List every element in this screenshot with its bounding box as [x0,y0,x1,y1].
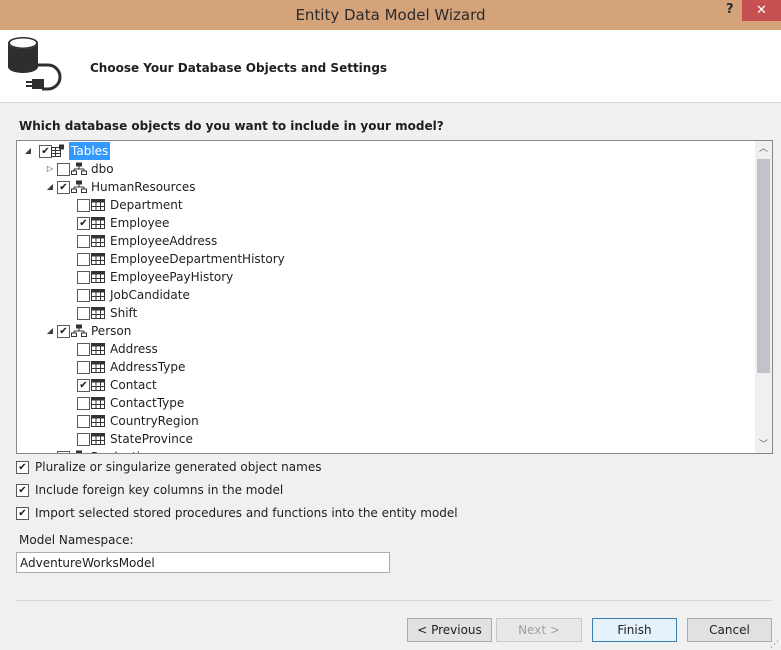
tree-item-label: EmployeeDepartmentHistory [110,252,285,266]
cancel-button[interactable]: Cancel [687,618,772,642]
tree-item-checkbox[interactable] [77,307,90,320]
tree-item-checkbox[interactable] [57,163,70,176]
schema-icon [71,450,87,453]
tree-scrollbar[interactable]: ︿ ﹀ [755,141,772,453]
tree-item-label: ContactType [110,396,185,410]
scroll-down-arrow-icon[interactable]: ﹀ [755,437,772,453]
tree-item-person[interactable]: ◢ ✔ Person [17,322,753,340]
tree-item-department[interactable]: Department [17,196,753,214]
tree-item-label: Department [110,198,183,212]
tree-item-humanresources[interactable]: ◢ ✔ HumanResources [17,178,753,196]
tree-item-address[interactable]: Address [17,340,753,358]
page-heading: Choose Your Database Objects and Setting… [90,61,388,75]
tree-item-label: EmployeePayHistory [110,270,234,284]
collapse-arrow-icon[interactable]: ◢ [23,142,33,160]
tree-item-checkbox[interactable]: ✔ [57,181,70,194]
tree-item-label: Address [110,342,158,356]
tree-item-label: HumanResources [91,180,196,194]
tree-item-employeedepartmenthistory[interactable]: EmployeeDepartmentHistory [17,250,753,268]
tree-item-label: JobCandidate [110,288,190,302]
tree-item-checkbox[interactable]: ✔ [77,217,90,230]
model-namespace-input[interactable] [16,552,390,573]
tree-item-contact[interactable]: ✔ Contact [17,376,753,394]
tree-item-countryregion[interactable]: CountryRegion [17,412,753,430]
tree-item-label: StateProvince [110,432,193,446]
resize-grip-icon[interactable]: ⋰ [770,640,779,650]
tree-item-contacttype[interactable]: ContactType [17,394,753,412]
scroll-thumb[interactable] [757,159,770,373]
foreign-key-checkbox[interactable]: ✔ [16,484,29,497]
tree-item-checkbox[interactable] [77,397,90,410]
tree-item-checkbox[interactable] [77,271,90,284]
tree-item-label: CountryRegion [110,414,199,428]
tree-item-label: AddressType [110,360,186,374]
tree-item-jobcandidate[interactable]: JobCandidate [17,286,753,304]
wizard-header: Choose Your Database Objects and Setting… [0,30,781,103]
tree-item-checkbox[interactable] [77,361,90,374]
collapse-arrow-icon[interactable]: ◢ [45,178,55,196]
pluralize-checkbox[interactable]: ✔ [16,461,29,474]
tree-item-shift[interactable]: Shift [17,304,753,322]
import-procedures-label: Import selected stored procedures and fu… [35,506,458,520]
pluralize-label: Pluralize or singularize generated objec… [35,460,322,474]
objects-question-label: Which database objects do you want to in… [19,119,444,133]
tree-item-checkbox[interactable] [77,199,90,212]
next-button[interactable]: Next > [496,618,582,642]
title-bar: Entity Data Model Wizard ? ✕ [0,0,781,30]
finish-button[interactable]: Finish [592,618,677,642]
tree-item-checkbox[interactable] [77,289,90,302]
database-plug-icon [6,35,68,96]
previous-button[interactable]: < Previous [407,618,492,642]
tree-item-tables[interactable]: ◢ ✔ Tables [17,142,753,160]
tree-item-label: Contact [110,378,157,392]
tree-item-employee[interactable]: ✔ Employee [17,214,753,232]
expand-arrow-icon[interactable]: ▷ [45,448,55,453]
foreign-key-label: Include foreign key columns in the model [35,483,284,497]
tree-item-checkbox[interactable] [77,415,90,428]
tree-item-checkbox[interactable] [77,235,90,248]
tree-item-label: dbo [91,162,114,176]
database-objects-tree[interactable]: ︿ ﹀ ◢ ✔ Tables ▷ dbo ◢ ✔ HumanResources Departme… [16,140,773,454]
help-button[interactable]: ? [726,2,734,17]
expand-arrow-icon[interactable]: ▷ [45,160,55,178]
tree-item-label: Production [91,448,155,453]
tree-item-employeepayhistory[interactable]: EmployeePayHistory [17,268,753,286]
tree-item-checkbox[interactable] [77,343,90,356]
collapse-arrow-icon[interactable]: ◢ [45,322,55,340]
model-namespace-label: Model Namespace: [19,533,134,547]
tree-item-checkbox[interactable] [77,253,90,266]
tree-item-label: EmployeeAddress [110,234,218,248]
tree-item-checkbox[interactable] [77,433,90,446]
close-button[interactable]: ✕ [742,0,781,21]
tree-item-stateprovince[interactable]: StateProvince [17,430,753,448]
tree-item-checkbox[interactable] [57,451,70,453]
scroll-up-arrow-icon[interactable]: ︿ [755,141,772,157]
tree-item-label: Person [91,324,132,338]
footer-divider [16,600,771,601]
import-procedures-checkbox[interactable]: ✔ [16,507,29,520]
tree-item-production[interactable]: ▷ Production [17,448,753,453]
tree-item-checkbox[interactable]: ✔ [77,379,90,392]
tree-item-addresstype[interactable]: AddressType [17,358,753,376]
window-title: Entity Data Model Wizard [295,6,486,24]
tree-item-employeeaddress[interactable]: EmployeeAddress [17,232,753,250]
tree-item-dbo[interactable]: ▷ dbo [17,160,753,178]
tree-item-label: Tables [69,142,111,160]
tree-item-label: Employee [110,216,170,230]
tree-item-checkbox[interactable]: ✔ [57,325,70,338]
tree-item-label: Shift [110,306,138,320]
